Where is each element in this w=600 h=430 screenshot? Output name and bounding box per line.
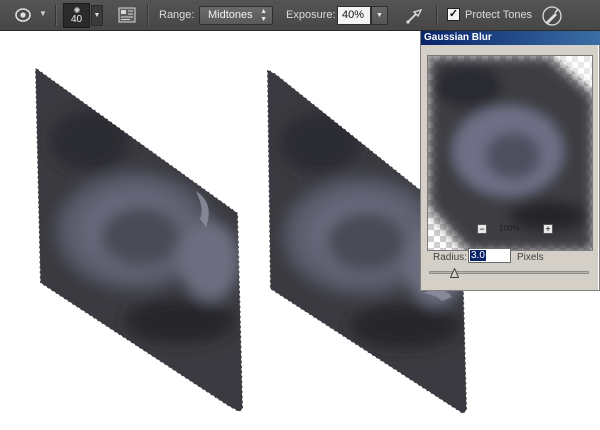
exposure-dropdown-icon[interactable]: ▼ [371,6,388,25]
brush-dropdown-icon[interactable]: ▼ [91,5,103,26]
brush-tip-icon [73,7,80,13]
range-value: Midtones [208,9,253,21]
range-label: Range: [159,9,195,21]
separator [436,5,437,26]
zoom-out-button[interactable]: − [477,224,487,234]
brush-preset-picker[interactable]: 40 [63,3,90,28]
select-arrows-icon: ▲ ▼ [260,8,267,23]
tool-preset-dropdown-icon[interactable]: ▼ [39,9,47,18]
tablet-pressure-icon[interactable] [541,5,563,27]
dodge-burn-tool-icon[interactable] [14,7,32,23]
radius-label: Radius: [433,252,467,263]
radius-unit: Pixels [517,252,544,263]
preview-image [428,56,592,250]
separator [147,5,148,26]
options-bar: ▼ 40 ▼ Range: Midtones ▲ ▼ Exposure: 40% … [0,0,600,31]
range-select[interactable]: Midtones ▲ ▼ [199,6,273,25]
blur-preview[interactable] [427,55,593,251]
brush-size: 40 [70,14,83,25]
radius-input[interactable]: 3.0 [468,248,511,263]
zoom-in-button[interactable]: + [543,224,553,234]
exposure-input[interactable]: 40% [337,6,371,25]
protect-tones-label: Protect Tones [465,9,533,21]
radius-slider-thumb-icon[interactable] [450,268,460,278]
brush-panel-toggle-icon[interactable] [118,7,136,23]
exposure-label: Exposure: [286,9,336,21]
blurred-shape-left [34,65,244,413]
zoom-level: 100% [499,224,520,233]
dialog-title[interactable]: Gaussian Blur [421,31,600,45]
protect-tones-checkbox[interactable]: ✓ [447,8,460,21]
airbrush-icon[interactable] [404,6,424,26]
gaussian-blur-dialog: Gaussian Blur − 100% + Radius: 3.0 Pixel… [420,31,600,291]
separator [55,5,56,26]
radius-value: 3.0 [470,250,486,261]
